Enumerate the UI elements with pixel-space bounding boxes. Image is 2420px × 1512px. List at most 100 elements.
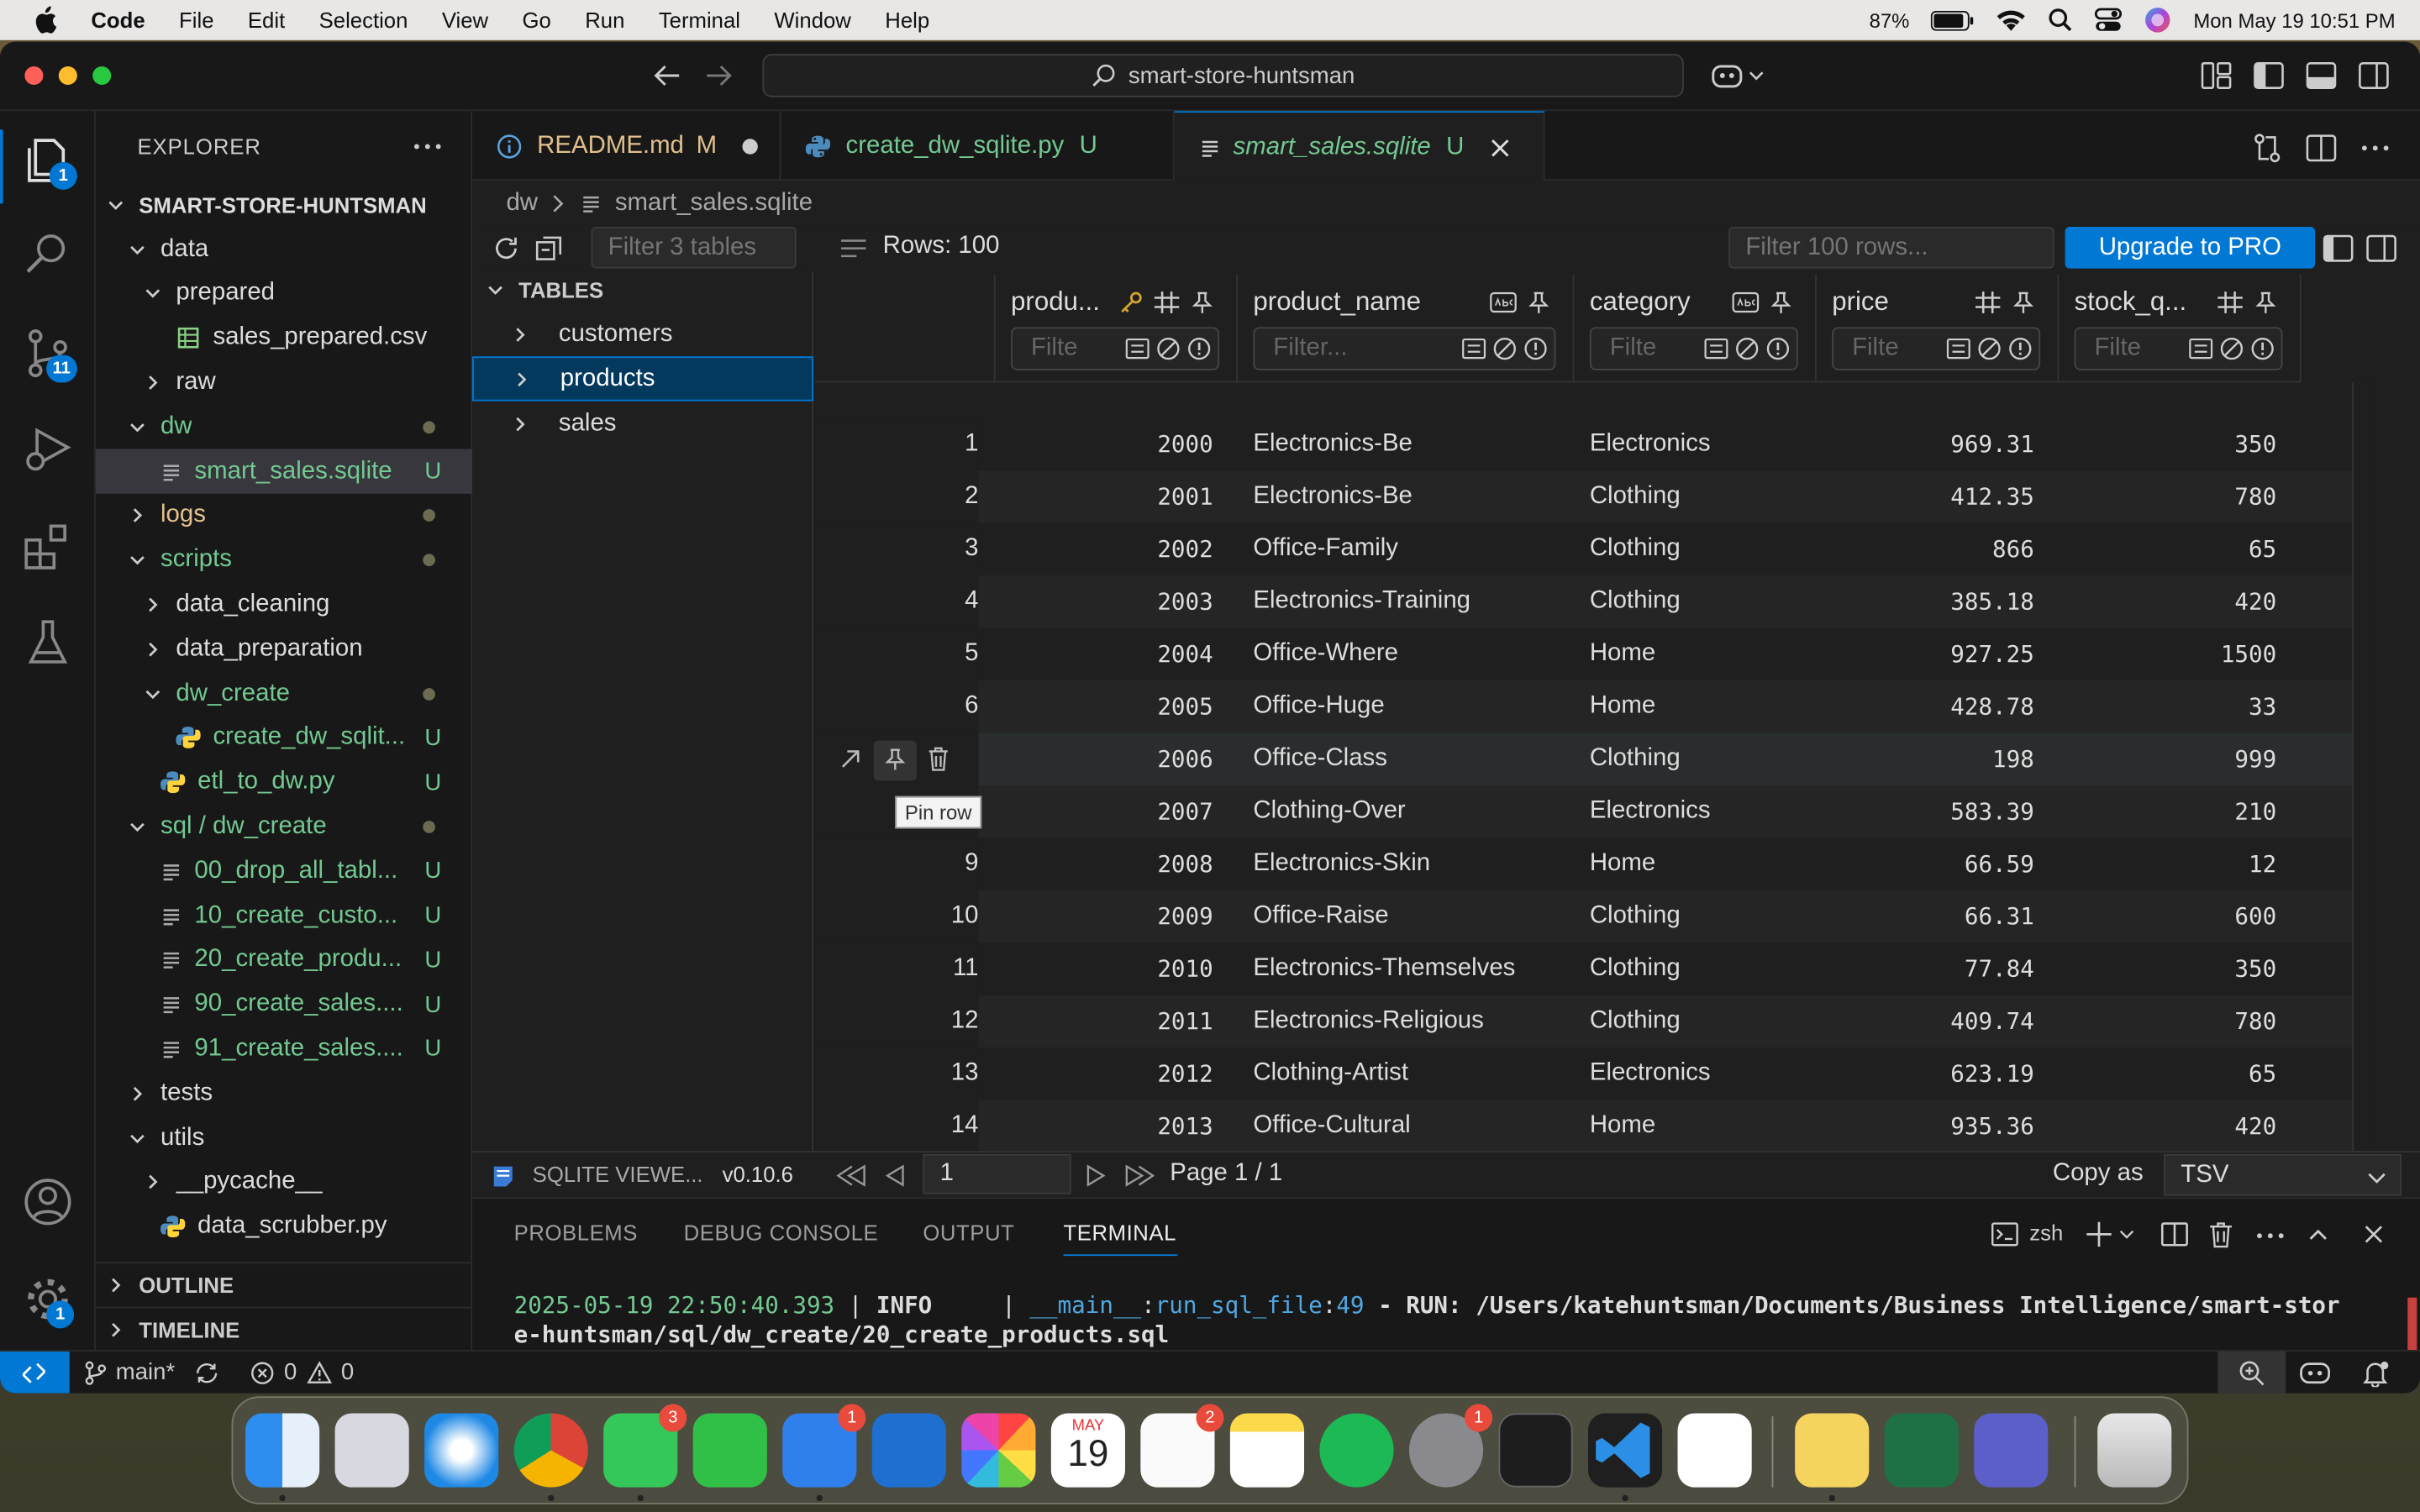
table-row[interactable]: 4 2003 Electronics-Training Clothing 385.18 4… xyxy=(814,575,2353,628)
cell-id[interactable]: 2008 xyxy=(996,837,1213,890)
table-row[interactable]: 13 2012 Clothing-Artist Electronics 623.19 65 xyxy=(814,1047,2352,1100)
customize-layout-icon[interactable] xyxy=(2201,61,2232,89)
cell-stock[interactable]: 420 xyxy=(2059,1100,2276,1152)
dock-launchpad-icon[interactable] xyxy=(334,1413,409,1488)
explorer-button[interactable]: 1 xyxy=(22,134,77,190)
new-terminal-icon[interactable] xyxy=(2084,1219,2115,1250)
warning-icon[interactable] xyxy=(307,1361,332,1385)
copilot-icon[interactable] xyxy=(1710,60,1765,92)
tree-file[interactable]: 91_create_sales.... U xyxy=(96,1026,472,1071)
cell-cat[interactable]: Clothing xyxy=(1590,890,1811,942)
cell-cat[interactable]: Electronics xyxy=(1590,1047,1811,1100)
git-branch-name[interactable]: main* xyxy=(116,1359,175,1385)
menu-help[interactable]: Help xyxy=(885,8,929,32)
exclamation-filter-icon[interactable] xyxy=(2250,336,2275,360)
cell-name[interactable]: Office-Cultural xyxy=(1253,1100,1568,1152)
cell-id[interactable]: 2001 xyxy=(996,470,1213,522)
table-item-customers[interactable]: customers xyxy=(472,312,813,356)
cell-id[interactable]: 2000 xyxy=(996,418,1213,470)
dock-photos-icon[interactable] xyxy=(961,1413,1036,1488)
delete-row-icon[interactable] xyxy=(926,745,950,773)
more-actions-icon[interactable] xyxy=(2254,1225,2287,1247)
menu-selection[interactable]: Selection xyxy=(319,8,408,32)
tab-create-dw-sqlite[interactable]: create_dw_sqlite.py U xyxy=(781,111,1175,181)
first-page-icon[interactable] xyxy=(836,1163,868,1188)
table-item-products[interactable]: products xyxy=(472,356,813,402)
cell-price[interactable]: 409.74 xyxy=(1817,995,2034,1047)
cell-price[interactable]: 866 xyxy=(1817,523,2034,575)
column-filter-input[interactable]: Filter... xyxy=(1253,327,1556,370)
cell-stock[interactable]: 12 xyxy=(2059,837,2276,890)
cell-price[interactable]: 623.19 xyxy=(1817,1047,2034,1100)
cell-stock[interactable]: 350 xyxy=(2059,942,2276,995)
menubar-clock[interactable]: Mon May 19 10:51 PM xyxy=(2193,8,2395,32)
cell-price[interactable]: 935.36 xyxy=(1817,1100,2034,1152)
filter-mode-icon[interactable] xyxy=(1704,338,1728,360)
table-row[interactable]: 14 2013 Office-Cultural Home 935.36 420 xyxy=(814,1100,2353,1152)
cell-cat[interactable]: Home xyxy=(1590,628,1811,680)
cell-name[interactable]: Electronics-Be xyxy=(1253,470,1568,522)
outline-section[interactable]: OUTLINE xyxy=(95,1262,473,1306)
toggle-primary-sidebar-icon[interactable] xyxy=(2254,61,2285,89)
tab-problems[interactable]: PROBLEMS xyxy=(514,1221,638,1245)
tree-file[interactable]: smart_sales.sqlite U xyxy=(95,449,473,494)
cell-cat[interactable]: Home xyxy=(1590,1100,1811,1152)
copy-format-select[interactable]: TSV xyxy=(2164,1153,2402,1196)
wifi-icon[interactable] xyxy=(1996,8,2027,32)
menu-view[interactable]: View xyxy=(442,8,488,32)
cell-price[interactable]: 428.78 xyxy=(1817,680,2034,732)
cell-id[interactable]: 2003 xyxy=(996,575,1213,627)
cell-stock[interactable]: 780 xyxy=(2059,995,2276,1047)
source-control-button[interactable]: 11 xyxy=(22,327,77,383)
terminal-shell-name[interactable]: zsh xyxy=(2029,1221,2063,1245)
table-row[interactable]: 2007 Clothing-Over Electronics 583.39 210 xyxy=(814,785,2353,838)
siri-icon[interactable] xyxy=(2144,6,2172,34)
cell-id[interactable]: 2005 xyxy=(996,680,1213,732)
maximize-panel-icon[interactable] xyxy=(2306,1222,2330,1247)
table-item-sales[interactable]: sales xyxy=(472,402,813,446)
null-filter-icon[interactable] xyxy=(1977,336,2002,360)
cell-cat[interactable]: Clothing xyxy=(1590,575,1811,627)
pin-column-icon[interactable] xyxy=(1769,290,1793,314)
filter-mode-icon[interactable] xyxy=(1461,338,1486,360)
cell-name[interactable]: Electronics-Religious xyxy=(1253,995,1568,1047)
tree-folder[interactable]: raw xyxy=(96,360,472,405)
back-arrow-icon[interactable] xyxy=(651,61,682,89)
forward-arrow-icon[interactable] xyxy=(704,61,735,89)
cell-price[interactable]: 77.84 xyxy=(1817,942,2034,995)
accounts-button[interactable] xyxy=(22,1176,74,1228)
cell-cat[interactable]: Home xyxy=(1590,680,1811,732)
cell-name[interactable]: Electronics-Skin xyxy=(1253,837,1568,890)
toggle-panel-icon[interactable] xyxy=(2306,61,2337,89)
cell-id[interactable]: 2013 xyxy=(996,1100,1213,1152)
cell-cat[interactable]: Electronics xyxy=(1590,418,1811,470)
cell-cat[interactable]: Clothing xyxy=(1590,942,1811,995)
testing-button[interactable] xyxy=(22,617,74,669)
tree-folder[interactable]: scripts xyxy=(96,538,472,582)
dock-notes-icon[interactable] xyxy=(1229,1413,1305,1488)
tab-readme[interactable]: README.md M xyxy=(472,111,781,181)
table-row[interactable]: 5 2004 Office-Where Home 927.25 1500 xyxy=(814,627,2352,681)
page-number-input[interactable] xyxy=(923,1153,1071,1194)
cell-stock[interactable]: 1500 xyxy=(2059,628,2276,680)
refresh-icon[interactable] xyxy=(492,234,520,262)
notifications-bell-icon[interactable] xyxy=(2361,1359,2392,1388)
table-row[interactable]: 10 2009 Office-Raise Clothing 66.31 600 xyxy=(814,890,2353,943)
battery-icon[interactable] xyxy=(1931,9,1974,30)
pin-column-icon[interactable] xyxy=(2011,290,2035,314)
cell-name[interactable]: Electronics-Be xyxy=(1253,418,1568,470)
cell-price[interactable]: 583.39 xyxy=(1817,785,2034,837)
menu-edit[interactable]: Edit xyxy=(248,8,285,32)
cell-price[interactable]: 927.25 xyxy=(1817,628,2034,680)
minimize-window-button[interactable] xyxy=(58,66,77,86)
more-actions-icon[interactable] xyxy=(411,136,445,158)
copilot-status-icon[interactable] xyxy=(2298,1359,2332,1387)
cell-stock[interactable]: 999 xyxy=(2059,732,2276,785)
cell-stock[interactable]: 350 xyxy=(2059,418,2276,470)
error-icon[interactable] xyxy=(250,1361,275,1385)
cell-price[interactable]: 412.35 xyxy=(1817,470,2034,522)
cell-cat[interactable]: Clothing xyxy=(1590,732,1811,785)
close-window-button[interactable] xyxy=(24,66,44,86)
cell-price[interactable]: 969.31 xyxy=(1817,418,2034,470)
null-filter-icon[interactable] xyxy=(1492,336,1517,360)
